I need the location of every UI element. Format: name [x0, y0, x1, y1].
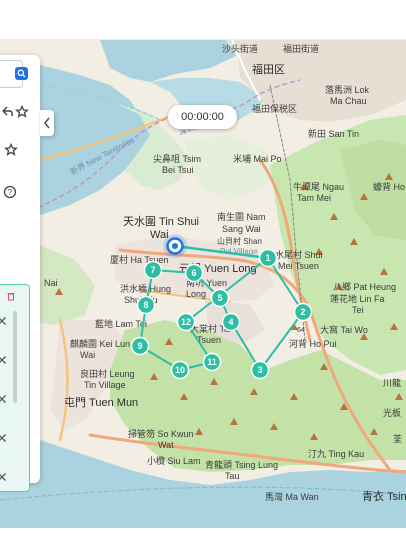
- label-so-kwun: 掃管笏 So Kwun: [128, 428, 194, 439]
- waypoint-number: 3: [257, 365, 262, 375]
- waypoint-marker[interactable]: 1: [258, 248, 278, 268]
- waypoint-marker[interactable]: 4: [221, 312, 241, 332]
- chevron-left-icon: [43, 117, 50, 129]
- label-ha-tsuen: 厦村 Ha Tsuen: [110, 254, 168, 265]
- label-kwu-tung: 蠔背 Ho: [373, 181, 405, 192]
- label-kei-lun-cn: 麒麟圍 Kei Lun: [70, 338, 130, 349]
- label-nai: Nai: [44, 278, 58, 288]
- label-nam-hang-2: Long: [186, 289, 206, 299]
- waypoint-marker[interactable]: 8: [136, 295, 156, 315]
- waypoint-marker[interactable]: 12: [176, 312, 196, 332]
- waypoint-number: 11: [207, 357, 217, 367]
- label-so-kwun-2: Wat: [158, 440, 174, 450]
- top-bar: [0, 0, 406, 40]
- label-tsing-lung-2: Tau: [225, 471, 240, 481]
- label-lin-fa-tei-cn: 蓮花地 Lin Fa: [330, 293, 385, 304]
- current-location-marker[interactable]: [163, 234, 187, 258]
- label-tsim-bei-cn: 尖鼻咀 Tsim: [153, 153, 201, 164]
- label-kei-lun-2: Wai: [80, 350, 95, 360]
- label-shui-mei-en: Mei Tsuen: [278, 261, 319, 271]
- waypoint-marker[interactable]: 11: [202, 352, 222, 372]
- label-tsing-yi: 青衣 Tsin: [362, 489, 406, 503]
- trash-icon[interactable]: [6, 288, 22, 304]
- waypoint-marker[interactable]: 5: [210, 288, 230, 308]
- label-lok-ma-chau-cn: 落馬洲 Lok: [325, 84, 370, 95]
- waypoint-number: 6: [191, 268, 196, 278]
- label-futian: 福田区: [252, 62, 285, 76]
- waypoint-list-scrollbar[interactable]: [13, 311, 17, 403]
- waypoint-marker[interactable]: 7: [143, 260, 163, 280]
- waypoint-number: 10: [175, 365, 185, 375]
- collapse-panel-button[interactable]: [40, 110, 54, 136]
- label-tuen-mun: 屯門 Tuen Mun: [64, 396, 138, 409]
- bottom-bar: [0, 528, 406, 537]
- label-tin-shui-cn: 天水圍 Tin Shui: [123, 215, 199, 228]
- label-lam-tei: 藍地 Lam Tei: [95, 318, 147, 329]
- label-siu-lam: 小欖 Siu Lam: [147, 455, 201, 466]
- label-nam-sang-cn: 南生圍 Nam: [217, 211, 266, 222]
- waypoint-number: 5: [217, 293, 222, 303]
- label-kwong-pan: 光板: [383, 407, 401, 418]
- label-ho-pui: 河背 Ho Pui: [289, 338, 337, 349]
- label-ngau-tam-cn: 牛潭尾 Ngau: [293, 181, 344, 192]
- remove-waypoint-icon[interactable]: [0, 352, 11, 366]
- tool-panel: ?: [0, 55, 40, 492]
- label-ngau-tam-en: Tam Mei: [297, 193, 331, 203]
- waypoint-marker[interactable]: 9: [130, 336, 150, 356]
- label-ma-wan: 馬灣 Ma Wan: [265, 491, 319, 502]
- label-tsing-lung: 青龍頭 Tsing Lung: [205, 459, 278, 470]
- label-futian-bonded: 福田保税区: [252, 103, 297, 114]
- undo-icon[interactable]: [0, 105, 16, 121]
- waypoint-marker[interactable]: 2: [293, 302, 313, 322]
- remove-waypoint-icon[interactable]: [0, 469, 11, 483]
- label-route-64: 64: [297, 327, 305, 334]
- label-futian-jd: 福田街道: [283, 43, 319, 54]
- waypoint-number: 1: [265, 253, 270, 263]
- search-icon[interactable]: [15, 67, 28, 80]
- waypoint-number: 4: [228, 317, 233, 327]
- label-shui-mei-cn: 水尾村 Shui: [275, 249, 323, 260]
- label-chuen-lung: 川龍: [383, 377, 401, 388]
- star-icon[interactable]: [4, 142, 20, 159]
- label-tin-village-2: Tin Village: [84, 380, 126, 390]
- waypoint-number: 9: [137, 341, 142, 351]
- label-lin-fa-tei-en: Tei: [352, 305, 364, 315]
- label-tai-wo: 大窩 Tai Wo: [320, 324, 368, 335]
- timer-display: 00:00:00: [168, 105, 237, 129]
- label-shan-pui: 山貝村 Shan: [217, 236, 262, 246]
- remove-waypoint-icon[interactable]: [0, 313, 11, 327]
- svg-text:?: ?: [8, 188, 13, 197]
- waypoint-number: 8: [143, 300, 148, 310]
- label-sha-tau-kok: 沙头街道: [222, 43, 258, 54]
- label-nam-sang-en: Sang Wai: [222, 224, 261, 234]
- waypoint-marker[interactable]: 3: [250, 360, 270, 380]
- label-mai-po: 米埔 Mai Po: [233, 153, 282, 164]
- map-canvas[interactable]: 沙头街道 福田街道 福田区 福田保税区 落馬洲 Lok Ma Chau 新田 S…: [0, 40, 406, 528]
- waypoint-number: 2: [300, 307, 305, 317]
- label-lok-ma-chau-en: Ma Chau: [330, 96, 367, 106]
- label-ting-kau: 汀九 Ting Kau: [308, 449, 364, 459]
- waypoint-marker[interactable]: 6: [184, 263, 204, 283]
- label-tin-village: 良田村 Leung: [80, 368, 135, 379]
- waypoint-list: [0, 284, 30, 492]
- waypoint-marker[interactable]: 10: [170, 360, 190, 380]
- help-icon[interactable]: ?: [3, 185, 19, 201]
- waypoint-number: 12: [181, 317, 191, 327]
- label-pat-heung: 八鄉 Pat Heung: [333, 281, 396, 292]
- remove-waypoint-icon[interactable]: [0, 430, 11, 444]
- remove-waypoint-icon[interactable]: [0, 391, 11, 405]
- star-plus-icon[interactable]: [15, 104, 31, 121]
- label-san-tin: 新田 San Tin: [308, 128, 359, 139]
- label-hung-shui-kiu-cn: 洪水橋 Hung: [120, 283, 171, 294]
- label-kam: 荃: [393, 433, 402, 444]
- waypoint-number: 7: [150, 265, 155, 275]
- label-tsim-bei-en: Bei Tsui: [162, 165, 193, 175]
